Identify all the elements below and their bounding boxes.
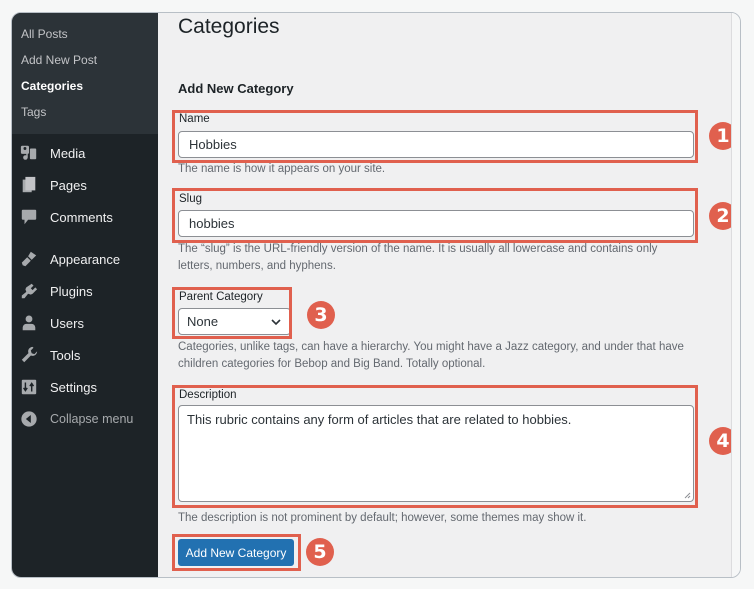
- users-icon: [19, 313, 39, 333]
- name-input[interactable]: Hobbies: [178, 131, 694, 158]
- menu-item-users[interactable]: Users: [12, 307, 158, 339]
- parent-category-label: Parent Category: [179, 291, 263, 303]
- menu-item-label: Plugins: [50, 283, 93, 299]
- annotation-badge-5: 5: [306, 538, 334, 566]
- description-help: The description is not prominent by defa…: [178, 512, 587, 524]
- description-textarea[interactable]: This rubric contains any form of article…: [178, 405, 694, 502]
- tools-icon: [19, 345, 39, 365]
- menu-item-label: Settings: [50, 379, 97, 395]
- menu-item-media[interactable]: Media: [12, 137, 158, 169]
- parent-category-help: Categories, unlike tags, can have a hier…: [178, 341, 684, 370]
- menu-item-label: Appearance: [50, 251, 121, 267]
- menu-item-appearance[interactable]: Appearance: [12, 243, 158, 275]
- main-content: Categories Add New Category Name Hobbies…: [158, 13, 740, 577]
- categories-list-panel: De ca Ca: [731, 13, 740, 577]
- menu-item-label: Comments: [50, 209, 113, 225]
- browser-window: All Posts Add New Post Categories Tags M…: [11, 12, 741, 578]
- chevron-down-icon: [271, 318, 281, 325]
- slug-input[interactable]: hobbies: [178, 210, 694, 237]
- admin-menu: Media Pages Comments Appearance Plugins …: [12, 134, 158, 435]
- menu-item-pages[interactable]: Pages: [12, 169, 158, 201]
- posts-submenu: All Posts Add New Post Categories Tags: [12, 13, 158, 134]
- name-help: The name is how it appears on your site.: [178, 163, 386, 175]
- menu-item-label: Pages: [50, 177, 87, 193]
- menu-item-label: Tools: [50, 347, 81, 363]
- parent-category-value: None: [187, 314, 219, 329]
- slug-label: Slug: [179, 193, 203, 205]
- scrollbar-track[interactable]: [731, 13, 740, 577]
- settings-icon: [19, 377, 39, 397]
- form-title: Add New Category: [178, 81, 294, 96]
- description-value: This rubric contains any form of article…: [187, 412, 572, 427]
- resize-grip-icon[interactable]: [683, 491, 691, 499]
- name-label: Name: [179, 113, 210, 125]
- slug-help: The “slug” is the URL-friendly version o…: [178, 243, 658, 272]
- add-new-category-button[interactable]: Add New Category: [178, 539, 294, 566]
- comments-icon: [19, 207, 39, 227]
- appearance-icon: [19, 249, 39, 269]
- menu-item-plugins[interactable]: Plugins: [12, 275, 158, 307]
- parent-category-select[interactable]: None: [178, 308, 291, 335]
- submenu-categories[interactable]: Categories: [12, 74, 158, 100]
- menu-item-settings[interactable]: Settings: [12, 371, 158, 403]
- description-label: Description: [179, 389, 237, 401]
- menu-item-label: Users: [50, 315, 84, 331]
- collapse-menu-label: Collapse menu: [50, 412, 134, 426]
- collapse-icon: [19, 409, 39, 429]
- annotation-badge-3: 3: [307, 301, 335, 329]
- admin-sidebar: All Posts Add New Post Categories Tags M…: [12, 13, 158, 577]
- submenu-tags[interactable]: Tags: [12, 100, 158, 126]
- submenu-all-posts[interactable]: All Posts: [12, 22, 158, 48]
- menu-item-label: Media: [50, 145, 86, 161]
- pages-icon: [19, 175, 39, 195]
- menu-item-tools[interactable]: Tools: [12, 339, 158, 371]
- plugins-icon: [19, 281, 39, 301]
- submenu-add-new-post[interactable]: Add New Post: [12, 48, 158, 74]
- page-title: Categories: [178, 15, 280, 38]
- menu-item-comments[interactable]: Comments: [12, 201, 158, 233]
- collapse-menu-button[interactable]: Collapse menu: [12, 403, 158, 435]
- media-icon: [19, 143, 39, 163]
